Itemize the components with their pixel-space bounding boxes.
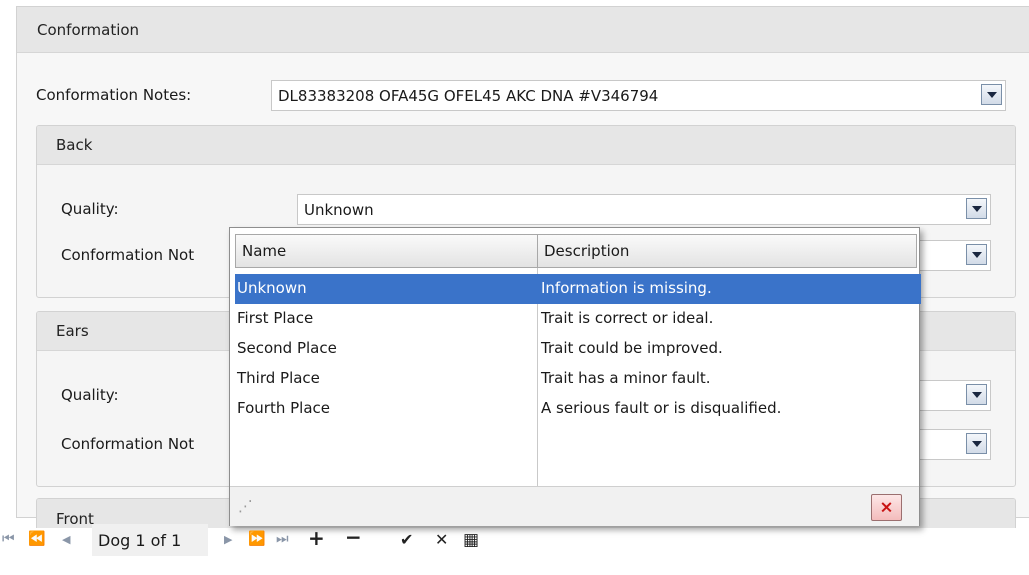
list-item[interactable]: Third Place Trait has a minor fault. xyxy=(235,364,921,394)
back-quality-dropdown-button[interactable] xyxy=(966,198,987,219)
record-indicator: Dog 1 of 1 xyxy=(92,524,208,556)
back-quality-combo[interactable]: Unknown xyxy=(297,194,991,225)
back-quality-label: Quality: xyxy=(61,200,119,218)
conformation-title: Conformation xyxy=(37,20,140,39)
next-record-icon[interactable]: ▶ xyxy=(224,533,232,546)
previous-page-icon[interactable]: ⏪ xyxy=(28,531,45,547)
remove-record-icon[interactable]: − xyxy=(345,525,362,549)
ears-quality-dropdown-button[interactable] xyxy=(966,384,987,405)
close-icon: × xyxy=(879,497,894,517)
item-description: Trait has a minor fault. xyxy=(541,369,711,387)
add-record-icon[interactable]: + xyxy=(308,526,325,550)
ears-notes-label: Conformation Not xyxy=(61,435,195,453)
record-text: Dog 1 of 1 xyxy=(98,531,182,550)
quality-dropdown-popup: Name Description Unknown Information is … xyxy=(229,227,921,526)
close-button[interactable]: × xyxy=(871,494,902,521)
list-item[interactable]: Unknown Information is missing. xyxy=(235,274,921,304)
item-description: Trait is correct or ideal. xyxy=(541,309,714,327)
resize-grip-icon[interactable]: ⋰ xyxy=(238,497,253,515)
back-header: Back xyxy=(37,126,1015,165)
conformation-notes-dropdown-button[interactable] xyxy=(981,84,1002,105)
column-header-description[interactable]: Description xyxy=(537,234,917,268)
column-header-description-label: Description xyxy=(544,242,630,260)
next-page-icon[interactable]: ⏩ xyxy=(248,531,265,547)
chevron-down-icon xyxy=(987,92,997,98)
list-item[interactable]: First Place Trait is correct or ideal. xyxy=(235,304,921,334)
item-name: First Place xyxy=(237,309,314,327)
chevron-down-icon xyxy=(972,206,982,212)
first-record-icon[interactable]: ⏮ xyxy=(2,531,15,547)
chevron-down-icon xyxy=(972,252,982,258)
cancel-edit-icon[interactable]: ✕ xyxy=(435,530,448,549)
item-description: A serious fault or is disqualified. xyxy=(541,399,782,417)
conformation-notes-label: Conformation Notes: xyxy=(36,86,192,104)
item-description: Information is missing. xyxy=(541,279,712,297)
ears-notes-dropdown-button[interactable] xyxy=(966,433,987,454)
chevron-down-icon xyxy=(972,392,982,398)
list-item[interactable]: Second Place Trait could be improved. xyxy=(235,334,921,364)
record-navigator: ⏮ ⏪ ◀ Dog 1 of 1 ▶ ⏩ ⏭ + − ✔ ✕ ▦ xyxy=(0,518,1029,566)
grid-view-icon[interactable]: ▦ xyxy=(463,530,479,550)
item-name: Unknown xyxy=(237,279,307,297)
item-name: Fourth Place xyxy=(237,399,330,417)
item-name: Third Place xyxy=(237,369,320,387)
conformation-notes-value: DL83383208 OFA45G OFEL45 AKC DNA #V34679… xyxy=(278,86,659,105)
item-name: Second Place xyxy=(237,339,337,357)
save-record-icon[interactable]: ✔ xyxy=(400,530,413,549)
item-description: Trait could be improved. xyxy=(541,339,723,357)
previous-record-icon[interactable]: ◀ xyxy=(62,533,70,546)
conformation-header: Conformation xyxy=(17,7,1029,53)
back-notes-dropdown-button[interactable] xyxy=(966,244,987,265)
back-quality-value: Unknown xyxy=(304,200,374,219)
conformation-notes-combo[interactable]: DL83383208 OFA45G OFEL45 AKC DNA #V34679… xyxy=(271,80,1006,111)
list-item[interactable]: Fourth Place A serious fault or is disqu… xyxy=(235,394,921,424)
ears-quality-label: Quality: xyxy=(61,386,119,404)
back-notes-label: Conformation Not xyxy=(61,246,195,264)
back-title: Back xyxy=(56,136,93,154)
column-header-name[interactable]: Name xyxy=(235,234,538,268)
column-header-name-label: Name xyxy=(242,242,287,260)
chevron-down-icon xyxy=(972,441,982,447)
ears-title: Ears xyxy=(56,322,89,340)
last-record-icon[interactable]: ⏭ xyxy=(276,531,289,547)
